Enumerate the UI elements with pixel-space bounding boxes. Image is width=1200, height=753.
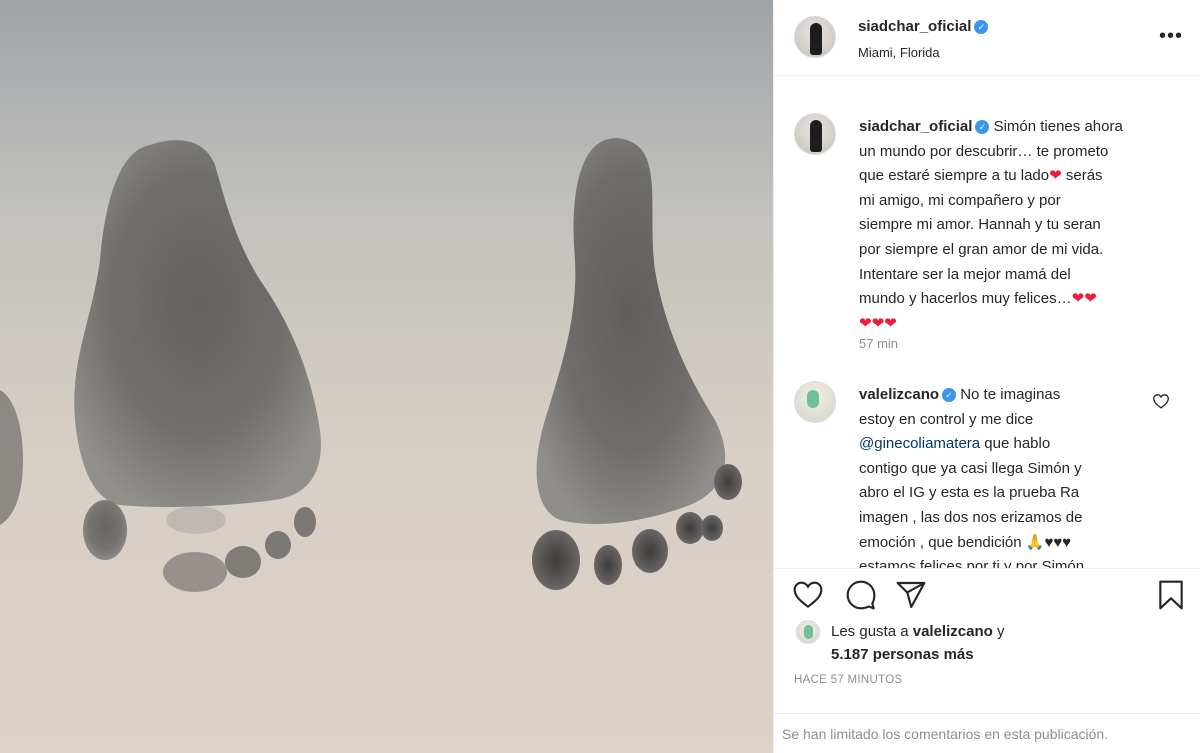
share-direct-icon[interactable] <box>895 579 927 611</box>
comment-bubble-icon[interactable] <box>845 579 877 611</box>
verified-icon: ✓ <box>942 388 957 402</box>
heart-emoji: ❤ <box>884 314 897 332</box>
verified-icon: ✓ <box>975 120 990 134</box>
heart-emoji: ❤ <box>1084 290 1097 308</box>
pray-emoji: 🙏 <box>1025 533 1045 551</box>
author-username[interactable]: siadchar_oficial <box>858 18 971 35</box>
post-location[interactable]: Miami, Florida <box>858 45 940 60</box>
footprints-photo <box>0 138 742 592</box>
comments-section: siadchar_oficial ✓ Simón tienes ahora un … <box>774 77 1200 569</box>
bookmark-save-icon[interactable] <box>1156 579 1186 611</box>
liker-username[interactable]: valelizcano <box>913 623 993 640</box>
caption-author[interactable]: siadchar_oficial <box>859 118 972 135</box>
likes-summary: Les gusta a valelizcano y 5.187 personas… <box>774 620 1200 670</box>
like-heart-icon[interactable] <box>792 579 824 609</box>
caption-author-avatar[interactable] <box>794 113 836 155</box>
comment-text: valelizcano ✓ No te imaginas estoy en con… <box>859 386 1085 569</box>
post-details-panel: siadchar_oficial ✓ Miami, Florida ••• sia… <box>773 0 1200 753</box>
comments-limited-notice: Se han limitado los comentarios en esta … <box>774 713 1200 753</box>
heart-emoji: ❤ <box>859 314 872 332</box>
heart-emoji: ❤ <box>1071 290 1085 308</box>
post-image[interactable] <box>0 0 773 753</box>
heart-emoji: ❤ <box>1049 167 1062 185</box>
post-header: siadchar_oficial ✓ Miami, Florida ••• <box>774 0 1200 76</box>
like-comment-heart-icon[interactable] <box>1152 393 1170 409</box>
likes-count-link[interactable]: 5.187 personas más <box>831 643 1191 666</box>
more-options-icon[interactable]: ••• <box>1159 26 1183 46</box>
caption-timestamp[interactable]: 57 min <box>859 336 898 351</box>
commenter-username[interactable]: valelizcano <box>859 386 939 403</box>
black-hearts: ♥♥♥ <box>1044 533 1072 551</box>
right-footprint <box>536 138 726 525</box>
verified-icon: ✓ <box>974 20 989 34</box>
caption-text: siadchar_oficial ✓ Simón tienes ahora un … <box>859 118 1123 332</box>
heart-emoji: ❤ <box>871 314 885 332</box>
post-timestamp[interactable]: HACE 57 MINUTOS <box>794 674 902 686</box>
commenter-avatar[interactable] <box>794 381 836 423</box>
mention-link[interactable]: @ginecoliamatera <box>859 435 980 452</box>
left-footprint <box>74 140 321 508</box>
author-avatar[interactable] <box>794 16 836 58</box>
action-bar <box>774 568 1200 624</box>
liker-avatar[interactable] <box>796 620 820 644</box>
